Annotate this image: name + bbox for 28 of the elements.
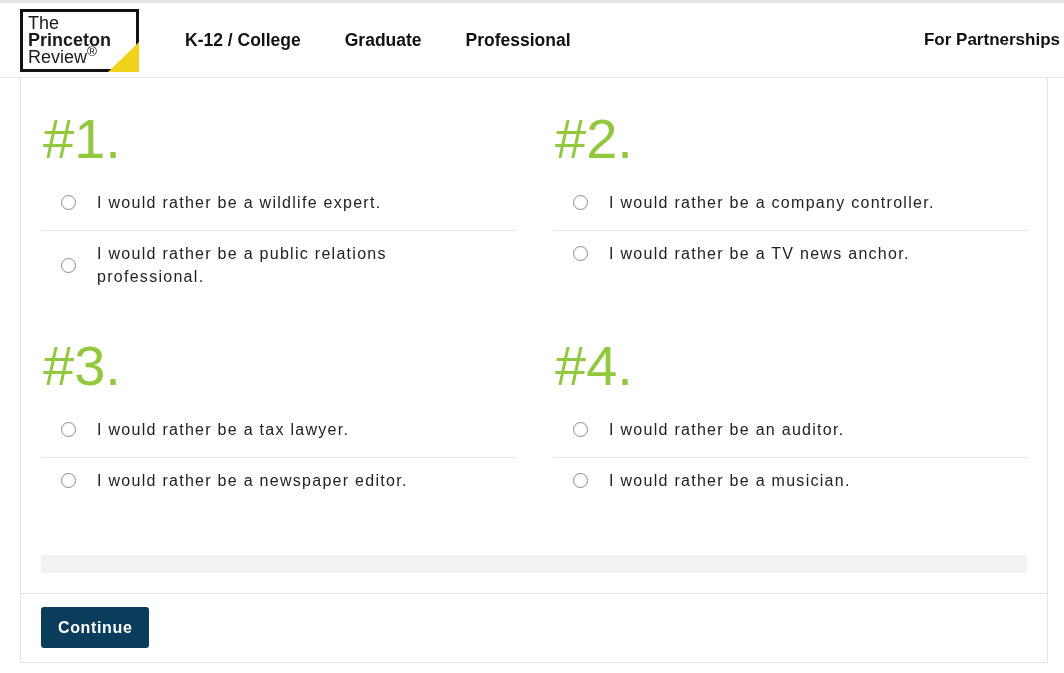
question-number: #1. xyxy=(42,111,122,167)
nav-link[interactable]: K-12 / College xyxy=(185,26,301,54)
radio-button[interactable] xyxy=(61,195,76,210)
option-label[interactable]: I would rather be a tax lawyer. xyxy=(97,418,350,441)
option-label[interactable]: I would rather be a company controller. xyxy=(609,191,935,214)
option-label[interactable]: I would rather be a wildlife expert. xyxy=(97,191,382,214)
option-label[interactable]: I would rather be a public relations professional. xyxy=(97,242,447,288)
nav-link[interactable]: Professional xyxy=(465,26,571,54)
question-number: #2. xyxy=(554,111,634,167)
continue-button[interactable]: Continue xyxy=(41,607,150,648)
option-label[interactable]: I would rather be a TV news anchor. xyxy=(609,242,910,265)
question-number: #4. xyxy=(554,338,634,394)
option-label[interactable]: I would rather be an auditor. xyxy=(609,418,845,441)
radio-button[interactable] xyxy=(573,195,588,210)
radio-button[interactable] xyxy=(61,257,76,273)
nav-link[interactable]: Graduate xyxy=(344,26,422,54)
radio-button[interactable] xyxy=(61,422,76,437)
question-number: #3. xyxy=(42,338,122,394)
option-label[interactable]: I would rather be a newspaper editor. xyxy=(97,469,408,492)
radio-button[interactable] xyxy=(573,473,588,488)
radio-button[interactable] xyxy=(61,473,76,488)
radio-button[interactable] xyxy=(573,246,588,261)
logo[interactable]: The Princeton Review$^{®}$ xyxy=(20,8,139,72)
option-label[interactable]: I would rather be a musician. xyxy=(609,469,851,492)
logo-text: The xyxy=(28,14,60,32)
radio-button[interactable] xyxy=(573,422,588,437)
nav-link[interactable]: For Partnerships xyxy=(923,27,1060,53)
corner-triangle-icon xyxy=(108,41,139,72)
